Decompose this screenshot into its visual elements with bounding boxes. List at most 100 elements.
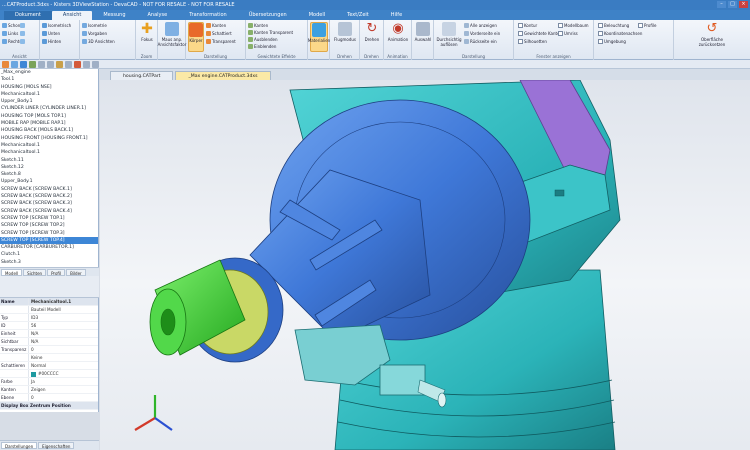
tab-messung[interactable]: Messung	[92, 11, 136, 20]
filter-icon[interactable]	[29, 60, 36, 68]
view-back-button[interactable]	[20, 38, 25, 45]
view-bottom-button[interactable]	[20, 30, 25, 37]
isometry-button[interactable]: Isometrie	[82, 22, 107, 29]
tree-item[interactable]: Mechanicaltool.1	[0, 142, 98, 149]
tab-representations[interactable]: Darstellungen	[1, 442, 38, 449]
more-icon[interactable]	[92, 60, 99, 68]
isometric-button[interactable]: Isometrisch	[42, 22, 71, 29]
undo-icon[interactable]	[2, 60, 9, 68]
show-button[interactable]: Einblenden	[248, 43, 276, 50]
tree-item[interactable]: MOBILE RAP [MOBILE RAP.1]	[0, 120, 98, 127]
select-icon[interactable]	[20, 60, 27, 68]
lighting-checkbox[interactable]: Beleuchtung	[598, 22, 629, 29]
model-tree-checkbox[interactable]: Modellbaum	[558, 22, 589, 29]
wire-icon[interactable]	[65, 60, 72, 68]
tab-model[interactable]: Modell	[1, 268, 23, 276]
tree-item[interactable]: HOUSING BACK [MOLS BACK.1]	[0, 127, 98, 134]
tree-item[interactable]: SCREW BACK [SCREW BACK.1]	[0, 186, 98, 193]
back-side-button[interactable]: Rückseite ein	[464, 38, 497, 45]
contour-checkbox[interactable]: Kontur	[518, 22, 537, 29]
tab-images[interactable]: Bilder	[66, 268, 86, 276]
tree-item[interactable]: CARBURETOR [CARBURETOR.1]	[0, 244, 98, 251]
tree-item[interactable]: SCREW BACK [SCREW BACK.3]	[0, 200, 98, 207]
tree-item[interactable]: Sketch.11	[0, 157, 98, 164]
close-button[interactable]: ×	[739, 1, 748, 8]
mouse-view-factor-button[interactable]: Maus anp. Ansichtsfaktor	[158, 22, 186, 47]
tree-item[interactable]: SCREW TOP [SCREW TOP.1]	[0, 215, 98, 222]
coordinate-axes-checkbox[interactable]: Koordinatenachsen	[598, 30, 642, 37]
tree-item[interactable]: Sketch.3	[0, 259, 98, 266]
tab-analyse[interactable]: Analyse	[137, 11, 179, 20]
transparent-resolve-button[interactable]: Durchsichtig auflösen	[436, 22, 462, 47]
animation-button[interactable]: ◉ Animation	[386, 22, 410, 43]
tree-item-selected[interactable]: SCREW TOP [SCREW TOP.4]	[0, 236, 98, 245]
maximize-button[interactable]: □	[728, 1, 737, 8]
shaded-button[interactable]: Schattiert	[206, 30, 232, 37]
tree-item[interactable]: _Max_engine	[0, 69, 98, 76]
outline-checkbox[interactable]: Umriss	[558, 30, 578, 37]
tree-item[interactable]: Sketch.12	[0, 164, 98, 171]
tree-item[interactable]: SCREW BACK [SCREW BACK.2]	[0, 193, 98, 200]
tab-uebersetzungen[interactable]: Übersetzungen	[238, 11, 298, 20]
front-side-button[interactable]: Vorderseite ein	[464, 30, 500, 37]
materials-button[interactable]: Materialien	[308, 22, 330, 52]
focus-button[interactable]: ✚ Fokus	[138, 22, 156, 42]
reset-ui-button[interactable]: ↺ Oberfläche zurücksetzen	[694, 22, 730, 48]
back-view-button[interactable]: Hinten	[42, 38, 61, 45]
view-front-button[interactable]: Schon	[2, 22, 20, 29]
weighted-edges-button[interactable]: Kanten	[248, 22, 268, 29]
section-icon[interactable]	[74, 60, 81, 68]
select-button[interactable]: Auswahl	[414, 22, 432, 42]
view-top-button[interactable]	[20, 22, 25, 29]
edges-transparent-button[interactable]: Kanten Transparent	[248, 29, 293, 36]
transparent-button[interactable]: Transparent	[206, 38, 236, 45]
tree-item[interactable]: HOUSING FRONT [HOUSING FRONT.1]	[0, 135, 98, 142]
profiles-checkbox[interactable]: Profile	[638, 22, 656, 29]
presets-button[interactable]: Vorgaben	[82, 30, 107, 37]
redo-icon[interactable]	[11, 60, 18, 68]
tree-item[interactable]: Upper_Body.1	[0, 178, 98, 185]
weighted-edges-checkbox[interactable]: Gewichtete Kanten	[518, 30, 562, 37]
fit-icon[interactable]	[38, 60, 45, 68]
3d-viewport[interactable]	[100, 80, 750, 450]
tree-item[interactable]: Mechanicaltool.1	[0, 149, 98, 156]
bottom-view-button[interactable]: Unten	[42, 30, 60, 37]
view-left-button[interactable]: Links	[2, 30, 18, 37]
tab-views[interactable]: Sichten	[23, 268, 47, 276]
tree-item[interactable]: Tool.1	[0, 76, 98, 83]
view-right-button[interactable]: Rechts	[2, 38, 21, 45]
tree-item[interactable]: HOUSING TOP [MOLS TOP.1]	[0, 113, 98, 120]
tab-text-zeit[interactable]: Text/Zeit	[336, 11, 380, 20]
tab-transformation[interactable]: Transformation	[178, 11, 238, 20]
minimize-button[interactable]: –	[717, 1, 726, 8]
tree-item[interactable]: HOUSING [MOLS NSE]	[0, 84, 98, 91]
environment-checkbox[interactable]: Umgebung	[598, 38, 626, 45]
box-icon[interactable]	[56, 60, 63, 68]
settings-icon[interactable]	[83, 60, 90, 68]
silhouettes-checkbox[interactable]: Silhouetten	[518, 38, 547, 45]
zoom-icon[interactable]	[47, 60, 54, 68]
tab-properties[interactable]: Eigenschaften	[38, 442, 75, 449]
tree-item[interactable]: SCREW TOP [SCREW TOP.2]	[0, 222, 98, 229]
tree-item[interactable]: SCREW BACK [SCREW BACK.4]	[0, 208, 98, 215]
tree-item[interactable]: CYLINDER LINER [CYLINDER LINER.1]	[0, 105, 98, 112]
fly-mode-button[interactable]: Flugmodus	[332, 22, 358, 42]
body-button[interactable]: Körper	[188, 22, 204, 52]
rotate-button[interactable]: ↻ Drehen	[362, 22, 382, 43]
tree-item[interactable]: Clutch.1	[0, 251, 98, 258]
tree-item[interactable]: Mechanicaltool.1	[0, 91, 98, 98]
tree-item[interactable]: Upper_Body.1	[0, 98, 98, 105]
doc-tab-max-engine[interactable]: _Max engine.CATProduct.3dxs	[175, 71, 271, 80]
show-all-button[interactable]: Alle anzeigen	[464, 22, 497, 29]
tab-ansicht[interactable]: Ansicht	[51, 11, 93, 20]
tab-hilfe[interactable]: Hilfe	[380, 11, 413, 20]
tab-modell[interactable]: Modell	[298, 11, 336, 20]
edges-button[interactable]: Kanten	[206, 22, 226, 29]
tab-profile[interactable]: Profil	[47, 268, 66, 276]
tree-item[interactable]: SCREW TOP [SCREW TOP.3]	[0, 230, 98, 237]
3d-views-button[interactable]: 3D Ansichten	[82, 38, 115, 45]
doc-tab-housing[interactable]: housing.CATPart	[110, 71, 174, 80]
tab-dokument[interactable]: Dokument	[4, 11, 52, 20]
hide-button[interactable]: Ausblenden	[248, 36, 278, 43]
tree-item[interactable]: Sketch.8	[0, 171, 98, 178]
